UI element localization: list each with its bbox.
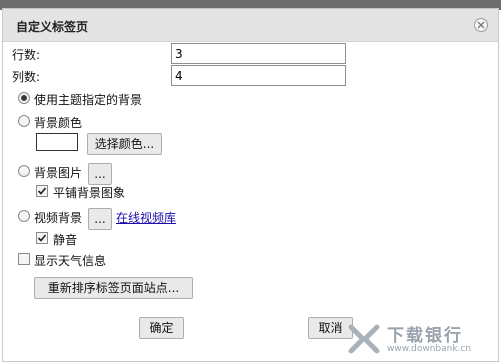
mute-checkbox[interactable] [36,232,48,244]
dialog-titlebar: 自定义标签页 [3,9,498,42]
custom-tab-dialog: 自定义标签页 行数: 列数: 使用主题指定的背景 背景颜色 选择颜色... 背景… [2,8,499,362]
rows-label: 行数: [12,48,41,62]
weather-label: 显示天气信息 [34,254,107,268]
watermark-url: www.downbank.cn [387,344,472,354]
watermark-logo-icon [348,324,380,354]
reorder-sites-button[interactable]: 重新排序标签页面站点... [34,277,193,299]
mute-label: 静音 [53,233,78,247]
site-watermark: 下载银行 www.downbank.cn [347,318,497,360]
cols-input[interactable] [171,65,346,86]
radio-background-image-label: 背景图片 [34,166,83,180]
radio-theme-background-label: 使用主题指定的背景 [34,93,143,107]
radio-background-color[interactable] [18,115,30,127]
cols-label: 列数: [12,70,41,84]
dialog-title: 自定义标签页 [16,20,89,34]
ok-button[interactable]: 确定 [139,317,184,339]
radio-theme-background[interactable] [18,92,30,104]
rows-input[interactable] [171,43,346,64]
choose-color-button[interactable]: 选择颜色... [87,133,162,155]
tile-image-checkbox[interactable] [36,185,48,197]
tile-image-label: 平铺背景图象 [53,186,126,200]
radio-video-background[interactable] [18,210,30,222]
radio-background-image[interactable] [18,165,30,177]
radio-video-background-label: 视频背景 [34,211,83,225]
radio-background-color-label: 背景颜色 [34,116,83,130]
online-video-link[interactable]: 在线视频库 [116,209,176,226]
watermark-brand: 下载银行 [387,326,463,346]
browse-image-button[interactable]: ... [88,163,112,185]
browse-video-button[interactable]: ... [88,208,112,230]
weather-checkbox[interactable] [18,253,30,265]
background-color-swatch[interactable] [36,133,78,151]
close-icon[interactable] [474,18,488,32]
